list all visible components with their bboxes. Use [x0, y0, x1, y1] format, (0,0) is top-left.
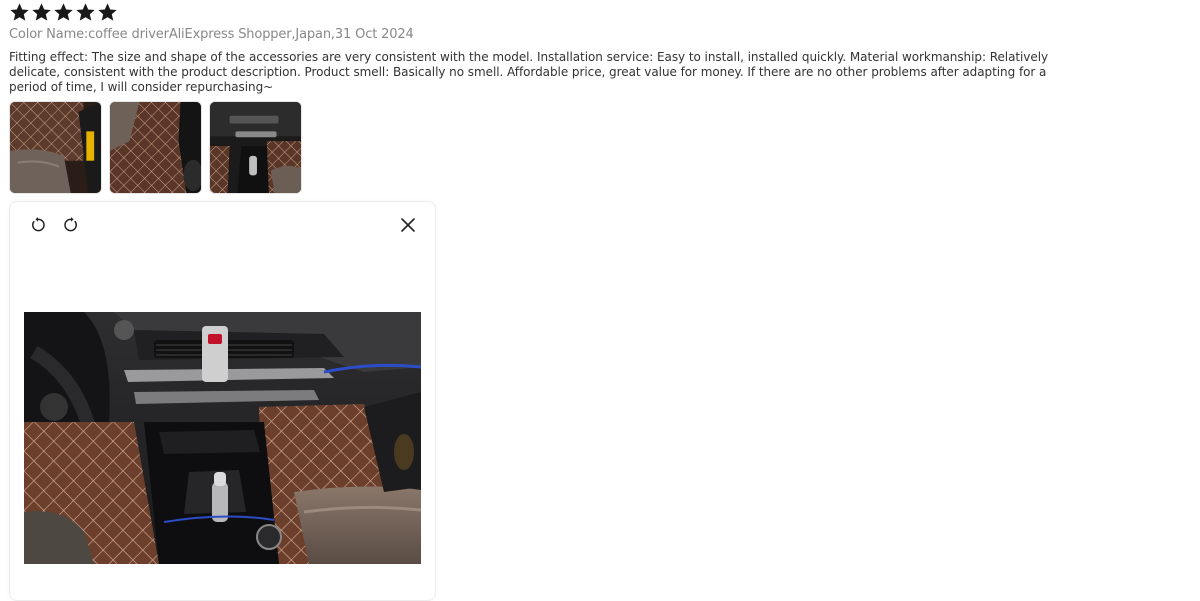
thumbnail-3[interactable]	[209, 101, 302, 194]
rotate-left-button[interactable]	[26, 213, 50, 237]
star-icon	[9, 2, 30, 23]
rotate-right-button[interactable]	[59, 213, 83, 237]
review-thumbnails	[9, 101, 302, 194]
photo-center-console	[210, 102, 301, 193]
image-viewer	[9, 201, 436, 601]
star-rating	[9, 2, 118, 23]
star-icon	[75, 2, 96, 23]
photo-floor-mat-driver	[10, 102, 101, 193]
star-icon	[53, 2, 74, 23]
review-text: Fitting effect: The size and shape of th…	[9, 50, 1049, 94]
rotate-left-icon	[32, 217, 45, 232]
rotate-right-icon	[64, 217, 77, 232]
review-meta: Color Name:coffee driverAliExpress Shopp…	[9, 27, 414, 42]
star-icon	[31, 2, 52, 23]
close-button[interactable]	[396, 213, 420, 237]
star-icon	[97, 2, 118, 23]
thumbnail-1[interactable]	[9, 101, 102, 194]
close-icon	[401, 218, 415, 232]
photo-floor-mat-passenger	[110, 102, 201, 193]
viewer-main-image	[24, 312, 421, 564]
thumbnail-2[interactable]	[109, 101, 202, 194]
photo-car-interior-mats	[24, 312, 421, 564]
